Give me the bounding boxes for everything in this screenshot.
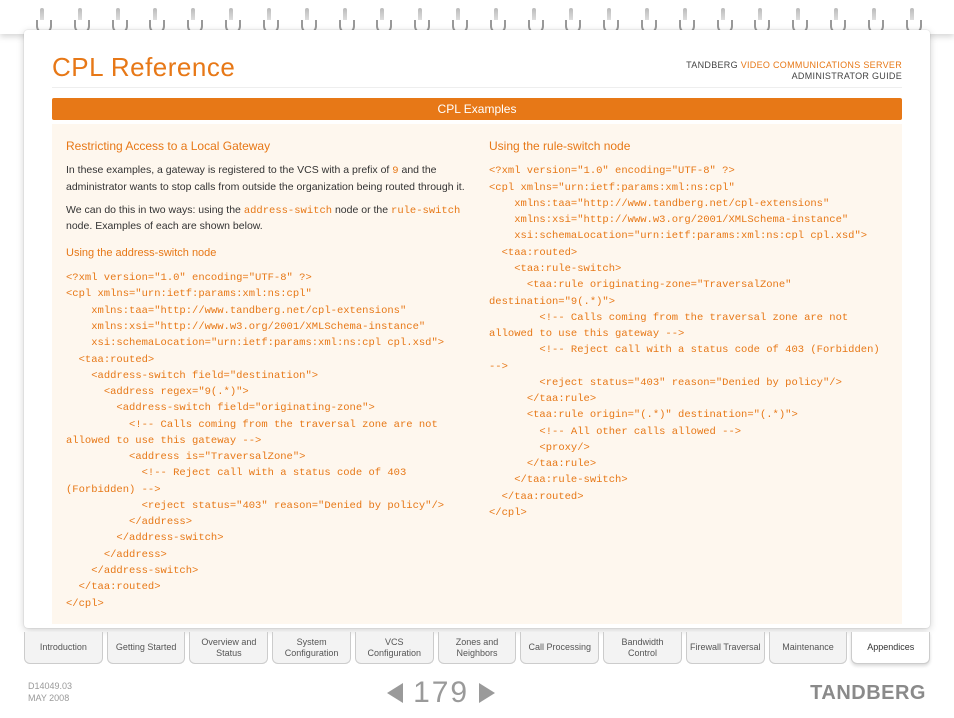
tab-maintenance[interactable]: Maintenance xyxy=(769,632,848,664)
page-title: CPL Reference xyxy=(52,52,235,83)
right-column: Using the rule-switch node <?xml version… xyxy=(489,136,888,612)
intro-para-2: We can do this in two ways: using the ad… xyxy=(66,203,465,234)
pager: 179 xyxy=(387,676,495,710)
page-number: 179 xyxy=(413,676,469,710)
tab-system-config[interactable]: System Configuration xyxy=(272,632,351,664)
tab-getting-started[interactable]: Getting Started xyxy=(107,632,186,664)
prev-page-icon[interactable] xyxy=(387,683,403,703)
spiral-binding xyxy=(0,0,954,34)
left-column: Restricting Access to a Local Gateway In… xyxy=(66,136,465,612)
left-subheading: Using the address-switch node xyxy=(66,246,465,262)
tab-overview-status[interactable]: Overview and Status xyxy=(189,632,268,664)
content-body: Restricting Access to a Local Gateway In… xyxy=(52,124,902,624)
tab-firewall-traversal[interactable]: Firewall Traversal xyxy=(686,632,765,664)
intro-para-1: In these examples, a gateway is register… xyxy=(66,163,465,194)
bottom-tabs: Introduction Getting Started Overview an… xyxy=(24,632,930,664)
page: CPL Reference TANDBERG VIDEO COMMUNICATI… xyxy=(0,0,954,718)
content-sheet: CPL Reference TANDBERG VIDEO COMMUNICATI… xyxy=(24,30,930,628)
left-heading: Restricting Access to a Local Gateway xyxy=(66,138,465,155)
brand-logo: TANDBERG xyxy=(810,682,926,705)
tab-vcs-config[interactable]: VCS Configuration xyxy=(355,632,434,664)
doc-id: D14049.03MAY 2008 xyxy=(28,681,72,704)
section-bar: CPL Examples xyxy=(52,98,902,120)
tab-zones-neighbors[interactable]: Zones and Neighbors xyxy=(438,632,517,664)
tab-appendices[interactable]: Appendices xyxy=(851,632,930,664)
right-code-block: <?xml version="1.0" encoding="UTF-8" ?> … xyxy=(489,163,888,521)
tab-call-processing[interactable]: Call Processing xyxy=(520,632,599,664)
left-code-block: <?xml version="1.0" encoding="UTF-8" ?> … xyxy=(66,270,465,612)
tab-introduction[interactable]: Introduction xyxy=(24,632,103,664)
right-heading: Using the rule-switch node xyxy=(489,138,888,155)
tab-bandwidth-control[interactable]: Bandwidth Control xyxy=(603,632,682,664)
footer: D14049.03MAY 2008 179 TANDBERG xyxy=(28,676,926,710)
brand-line: TANDBERG VIDEO COMMUNICATIONS SERVER ADM… xyxy=(686,60,902,83)
next-page-icon[interactable] xyxy=(479,683,495,703)
